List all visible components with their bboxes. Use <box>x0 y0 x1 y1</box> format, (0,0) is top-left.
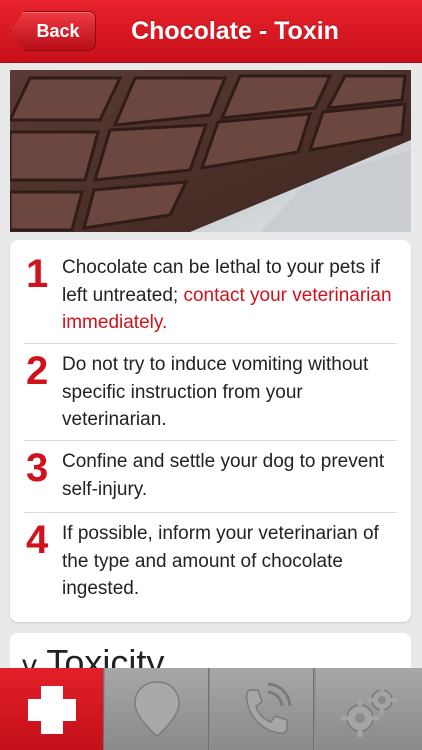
chocolate-bar-image <box>10 70 411 232</box>
chocolate-bar-illustration <box>10 70 411 232</box>
instruction-step-4: 4 If possible, inform your veterinarian … <box>24 512 397 612</box>
instruction-step-3: 3 Confine and settle your dog to prevent… <box>24 440 397 513</box>
instructions-card: 1 Chocolate can be lethal to your pets i… <box>10 240 411 622</box>
step-number: 4 <box>26 518 49 562</box>
map-pin-icon <box>134 681 180 737</box>
phone-call-icon <box>245 682 292 734</box>
tab-first-aid[interactable] <box>0 668 104 750</box>
tab-bar <box>0 668 422 750</box>
tab-settings[interactable] <box>316 668 422 750</box>
settings-gears-icon <box>340 684 398 738</box>
instruction-step-2: 2 Do not try to induce vomiting without … <box>24 343 397 441</box>
tab-call[interactable] <box>210 668 314 750</box>
step-text: Do not try to induce vomiting without sp… <box>62 354 369 430</box>
step-number: 2 <box>26 349 49 393</box>
tab-locations[interactable] <box>105 668 209 750</box>
first-aid-cross-icon <box>28 686 76 734</box>
instruction-step-1: 1 Chocolate can be lethal to your pets i… <box>24 250 397 344</box>
step-text: If possible, inform your veterinarian of… <box>62 523 379 599</box>
step-text: Chocolate can be lethal to your pets if … <box>62 257 392 333</box>
step-text: Confine and settle your dog to prevent s… <box>62 451 385 500</box>
back-button-label: Back <box>36 20 80 41</box>
page-title: Chocolate - Toxin <box>131 17 339 45</box>
back-button[interactable]: Back <box>10 11 96 51</box>
step-number: 1 <box>26 252 49 296</box>
nav-bar: Back Chocolate - Toxin <box>0 0 422 63</box>
step-number: 3 <box>26 446 49 490</box>
